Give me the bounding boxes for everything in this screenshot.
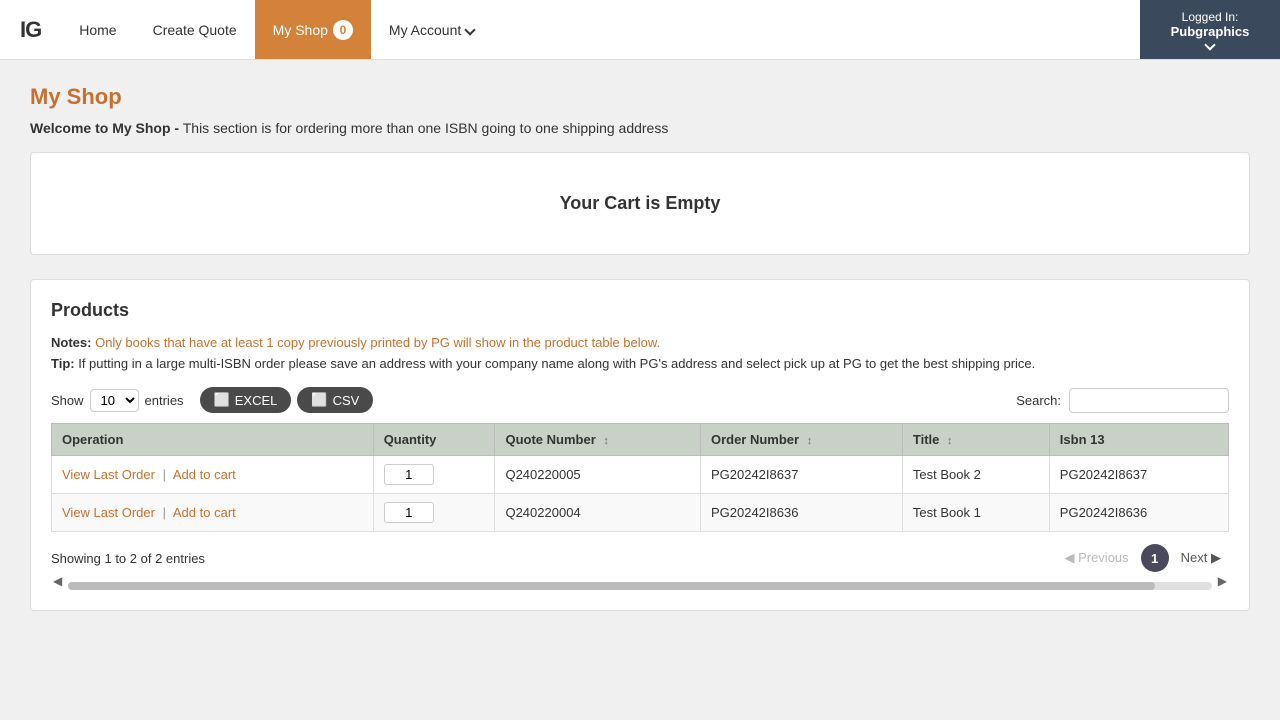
col-operation: Operation (52, 424, 374, 456)
cell-isbn13: PG20242I8636 (1049, 494, 1228, 532)
table-row: View Last Order | Add to cart Q240220004… (52, 494, 1229, 532)
logged-in-label: Logged In: (1182, 10, 1239, 24)
export-buttons: ⬜ EXCEL ⬜ CSV (200, 387, 374, 413)
scroll-right-arrow[interactable]: ▶ (1216, 574, 1229, 588)
page-content: My Shop Welcome to My Shop - This sectio… (10, 60, 1270, 635)
notes-label: Notes: (51, 335, 91, 350)
excel-icon: ⬜ (214, 392, 230, 408)
table-controls: Show 10 25 50 entries ⬜ EXCEL ⬜ C (51, 387, 1229, 413)
sort-icon: ↕ (603, 435, 609, 447)
cell-quantity (373, 494, 495, 532)
cell-title: Test Book 2 (902, 456, 1049, 494)
csv-button[interactable]: ⬜ CSV (297, 387, 373, 413)
nav-create-quote[interactable]: Create Quote (135, 0, 255, 59)
scroll-left-arrow[interactable]: ◀ (51, 574, 64, 588)
previous-button[interactable]: ◀ Previous (1056, 546, 1136, 570)
show-entries: Show 10 25 50 entries (51, 389, 184, 412)
col-title[interactable]: Title ↕ (902, 424, 1049, 456)
cell-order-number: PG20242I8637 (700, 456, 902, 494)
search-input[interactable] (1069, 388, 1229, 413)
scroll-thumb (68, 582, 1154, 590)
welcome-description: This section is for ordering more than o… (183, 120, 669, 136)
nav-home[interactable]: Home (61, 0, 134, 59)
nav-my-account[interactable]: My Account (371, 0, 492, 59)
quantity-input[interactable] (384, 464, 434, 485)
user-chevron-icon (1204, 39, 1215, 50)
nav-links: Home Create Quote My Shop 0 My Account (61, 0, 1140, 59)
scroll-track[interactable] (68, 582, 1212, 590)
add-to-cart-link[interactable]: Add to cart (173, 467, 236, 482)
csv-icon: ⬜ (311, 392, 327, 408)
view-last-order-link[interactable]: View Last Order (62, 505, 155, 520)
sort-icon: ↕ (807, 435, 813, 447)
cell-operation: View Last Order | Add to cart (52, 494, 374, 532)
col-quote-number[interactable]: Quote Number ↕ (495, 424, 701, 456)
show-label: Show (51, 393, 84, 408)
nav-my-shop-badge: 0 (333, 20, 353, 40)
notes-block: Notes: Only books that have at least 1 c… (51, 335, 1229, 350)
cell-isbn13: PG20242I8637 (1049, 456, 1228, 494)
csv-label: CSV (333, 393, 360, 408)
welcome-bold: Welcome to My Shop - (30, 120, 179, 136)
chevron-down-icon (465, 24, 476, 35)
sort-icon: ↕ (947, 435, 953, 447)
tip-label: Tip: (51, 356, 75, 371)
products-section: Products Notes: Only books that have at … (30, 279, 1250, 611)
excel-button[interactable]: ⬜ EXCEL (200, 387, 292, 413)
excel-label: EXCEL (235, 393, 278, 408)
table-header: Operation Quantity Quote Number ↕ Order … (52, 424, 1229, 456)
next-label: Next ▶ (1181, 550, 1221, 565)
navbar: IG Home Create Quote My Shop 0 My Accoun… (0, 0, 1280, 60)
quantity-input[interactable] (384, 502, 434, 523)
next-button[interactable]: Next ▶ (1173, 546, 1229, 570)
previous-label: ◀ Previous (1064, 550, 1128, 565)
search-box: Search: (1016, 388, 1229, 413)
notes-text: Only books that have at least 1 copy pre… (95, 335, 660, 350)
view-last-order-link[interactable]: View Last Order (62, 467, 155, 482)
search-label: Search: (1016, 393, 1061, 408)
col-quantity: Quantity (373, 424, 495, 456)
entries-select[interactable]: 10 25 50 (90, 389, 139, 412)
cell-quantity (373, 456, 495, 494)
nav-my-shop[interactable]: My Shop 0 (255, 0, 371, 59)
entries-label: entries (145, 393, 184, 408)
brand-logo: IG (20, 17, 41, 43)
cell-order-number: PG20242I8636 (700, 494, 902, 532)
cell-quote-number: Q240220004 (495, 494, 701, 532)
page-number[interactable]: 1 (1141, 544, 1169, 572)
nav-my-shop-label: My Shop (273, 22, 328, 38)
showing-text: Showing 1 to 2 of 2 entries (51, 551, 205, 566)
pagination: ◀ Previous 1 Next ▶ (1056, 544, 1229, 572)
table-body: View Last Order | Add to cart Q240220005… (52, 456, 1229, 532)
scroll-arrows: ◀ ▶ (51, 572, 1229, 590)
col-isbn13: Isbn 13 (1049, 424, 1228, 456)
nav-my-account-label: My Account (389, 22, 461, 38)
cell-title: Test Book 1 (902, 494, 1049, 532)
page-title: My Shop (30, 84, 1250, 110)
cart-empty-message: Your Cart is Empty (560, 193, 721, 213)
products-section-title: Products (51, 300, 1229, 321)
welcome-text: Welcome to My Shop - This section is for… (30, 120, 1250, 136)
brand-logo-area: IG (0, 0, 61, 59)
username-label: Pubgraphics (1171, 24, 1250, 39)
cell-quote-number: Q240220005 (495, 456, 701, 494)
table-row: View Last Order | Add to cart Q240220005… (52, 456, 1229, 494)
cell-operation: View Last Order | Add to cart (52, 456, 374, 494)
tip-text: If putting in a large multi-ISBN order p… (78, 356, 1035, 371)
cart-empty-card: Your Cart is Empty (30, 152, 1250, 255)
add-to-cart-link[interactable]: Add to cart (173, 505, 236, 520)
tip-block: Tip: If putting in a large multi-ISBN or… (51, 356, 1229, 371)
table-footer: Showing 1 to 2 of 2 entries ◀ Previous 1… (51, 544, 1229, 572)
nav-user-info[interactable]: Logged In: Pubgraphics (1140, 0, 1280, 59)
products-table: Operation Quantity Quote Number ↕ Order … (51, 423, 1229, 532)
col-order-number[interactable]: Order Number ↕ (700, 424, 902, 456)
